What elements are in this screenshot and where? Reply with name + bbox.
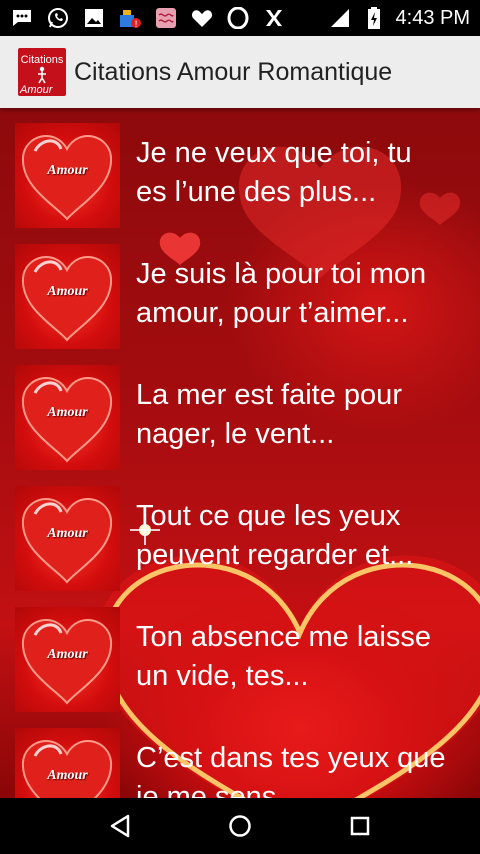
thumbnail-label: Amour [47,405,88,420]
thumbnail-label: Amour [47,163,88,178]
signal-icon [328,6,352,30]
notification-icons: ! [10,6,286,30]
app-title: Citations Amour Romantique [74,57,393,86]
recents-icon[interactable] [340,806,380,846]
list-item[interactable]: Amour Je suis là pour toi mon amour, pou… [0,229,480,350]
thumbnail-label: Amour [47,284,88,299]
heart-outline-icon [190,6,214,30]
app-thumbnail-icon [154,6,178,30]
list-item[interactable]: Amour La mer est faite pour nager, le ve… [0,350,480,471]
quotes-list[interactable]: Amour Je ne veux que toi, tu es l’une de… [0,108,480,798]
app-logo: Citations Amour [18,48,66,96]
whatsapp-icon [46,6,70,30]
quote-line-1: Ton absence me laisse [136,621,431,653]
amour-heart-thumbnail: Amour [15,486,120,591]
cleaner-alert-icon: ! [118,6,142,30]
amour-heart-thumbnail: Amour [15,728,120,798]
status-bar: ! 4:43 PM [0,0,480,36]
x-icon [262,6,286,30]
navigation-bar [0,798,480,854]
app-bar: Citations Amour Citations Amour Romantiq… [0,36,480,108]
thumbnail-label: Amour [47,526,88,541]
app-logo-bottom-text: Amour [20,84,53,96]
quote-line-2: nager, le vent... [136,418,335,450]
amour-heart-thumbnail: Amour [15,365,120,470]
list-item[interactable]: Amour Tout ce que les yeux peuvent regar… [0,471,480,592]
home-icon[interactable] [220,806,260,846]
image-icon [82,6,106,30]
list-item[interactable]: Amour Ton absence me laisse un vide, tes… [0,592,480,713]
quote-preview: La mer est faite pour nager, le vent... [136,376,480,454]
status-time: 4:43 PM [395,6,470,29]
svg-text:!: ! [134,20,138,29]
quote-preview: C’est dans tes yeux que je me sens... [136,739,480,798]
quote-preview: Je suis là pour toi mon amour, pour t’ai… [136,255,480,333]
quote-line-2: peuvent regarder et... [136,539,414,571]
opera-icon [226,6,250,30]
quote-line-1: Je suis là pour toi mon [136,258,427,290]
quote-line-1: C’est dans tes yeux que [136,742,446,774]
quote-preview: Je ne veux que toi, tu es l’une des plus… [136,134,480,212]
list-item[interactable]: Amour C’est dans tes yeux que je me sens… [0,713,480,798]
couple-figure-icon [38,66,46,84]
quote-line-1: La mer est faite pour [136,379,402,411]
message-icon [10,6,34,30]
system-icons: 4:43 PM [328,6,470,30]
battery-icon [362,6,386,30]
amour-heart-thumbnail: Amour [15,607,120,712]
list-item[interactable]: Amour Je ne veux que toi, tu es l’une de… [0,108,480,229]
amour-heart-thumbnail: Amour [15,244,120,349]
thumbnail-label: Amour [47,647,88,662]
thumbnail-label: Amour [47,768,88,783]
quote-line-1: Tout ce que les yeux [136,500,401,532]
quote-line-2: un vide, tes... [136,660,309,692]
amour-heart-thumbnail: Amour [15,123,120,228]
app-logo-top-text: Citations [20,54,64,66]
quote-line-2: je me sens... [136,781,301,798]
quote-preview: Tout ce que les yeux peuvent regarder et… [136,497,480,575]
quote-line-1: Je ne veux que toi, tu [136,137,412,169]
quote-preview: Ton absence me laisse un vide, tes... [136,618,480,696]
quote-line-2: amour, pour t’aimer... [136,297,409,329]
back-icon[interactable] [100,806,140,846]
quote-line-2: es l’une des plus... [136,176,377,208]
